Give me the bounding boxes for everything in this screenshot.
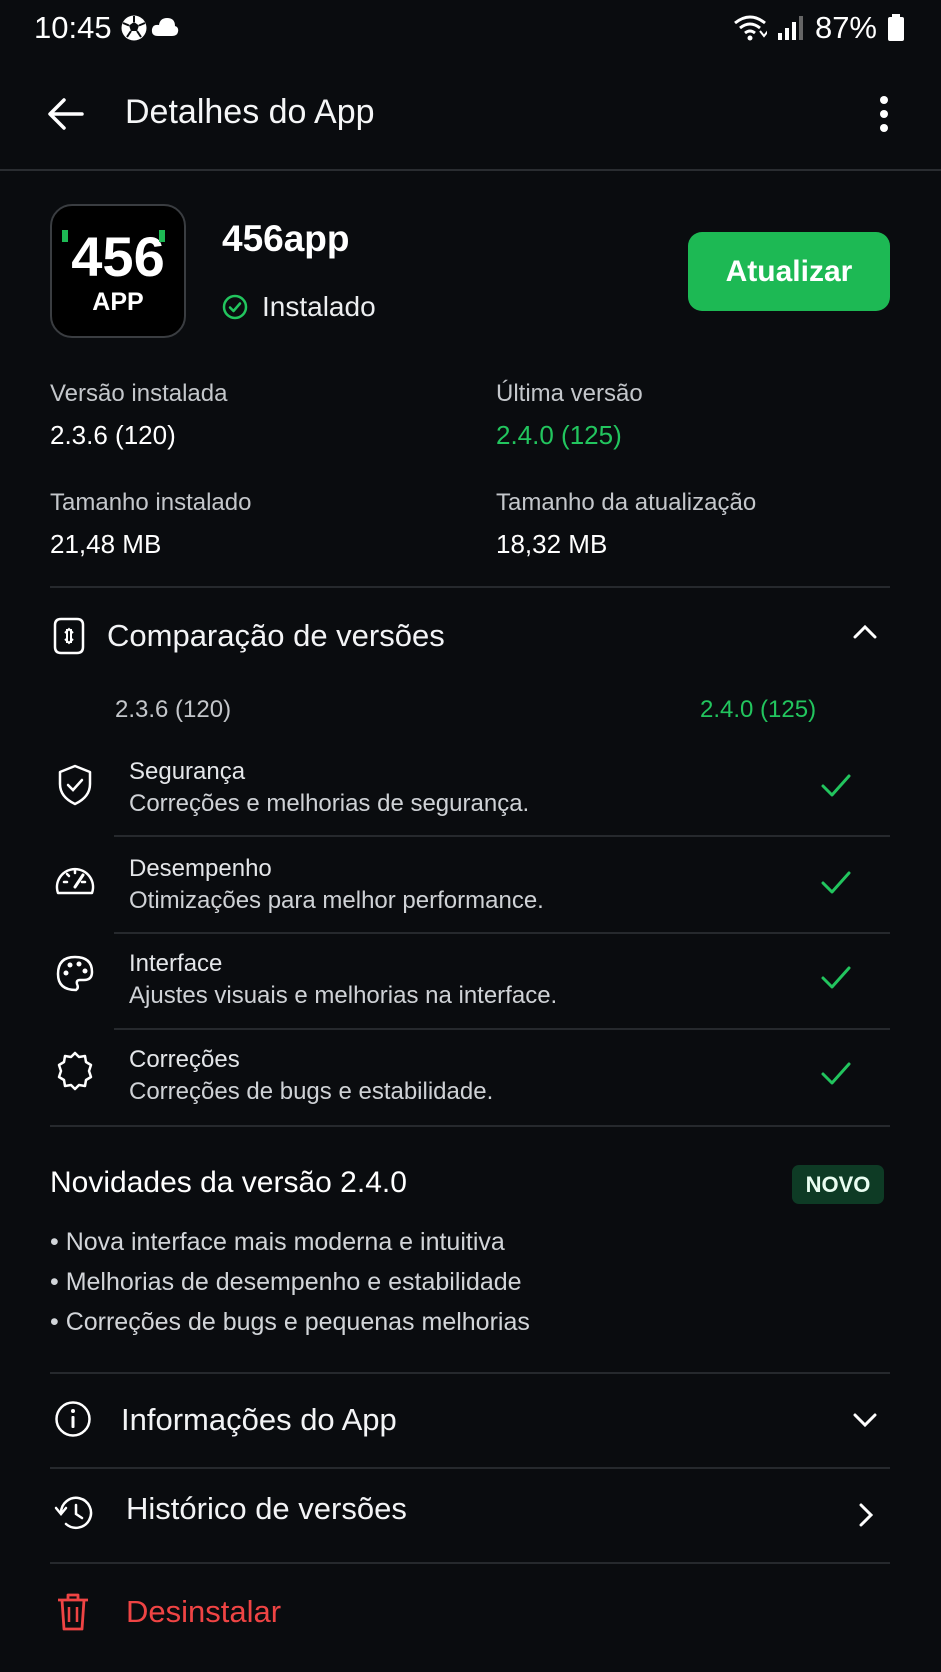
app-icon-text-bottom: APP <box>92 288 143 316</box>
palette-icon <box>56 955 94 992</box>
comparison-row-performance: Desempenho Otimizações para melhor perfo… <box>50 837 890 933</box>
more-vert-icon <box>880 96 888 132</box>
comparison-title: Comparação de versões <box>107 618 445 653</box>
more-options-button[interactable] <box>874 95 894 135</box>
latest-version-value: 2.4.0 (125) <box>496 420 622 450</box>
trash-icon <box>58 1593 88 1631</box>
feature-title: Correções <box>129 1046 240 1073</box>
back-button[interactable] <box>46 94 86 134</box>
chevron-down-icon <box>853 1413 877 1428</box>
info-icon <box>55 1401 91 1437</box>
uninstall-label: Desinstalar <box>126 1594 282 1629</box>
feature-title: Interface <box>129 950 223 977</box>
app-icon: 456 APP <box>50 204 186 338</box>
app-info-label: Informações do App <box>121 1402 397 1437</box>
installed-size-label: Tamanho instalado <box>50 489 252 516</box>
latest-version-label: Última versão <box>496 380 643 407</box>
gear-icon <box>57 1051 93 1091</box>
app-info-row[interactable]: Informações do App <box>50 1374 890 1467</box>
check-icon <box>821 774 851 797</box>
app-name: 456app <box>222 218 350 259</box>
app-icon-text-top: 456 <box>71 225 164 288</box>
feature-title: Segurança <box>129 758 246 785</box>
release-notes-title: Novidades da versão 2.4.0 <box>50 1166 407 1199</box>
list-item: • Melhorias de desempenho e estabilidade <box>50 1268 522 1296</box>
chevron-right-icon <box>859 1503 874 1527</box>
update-button[interactable]: Atualizar <box>688 232 890 311</box>
comparison-row-security: Segurança Correções e melhorias de segur… <box>50 740 890 836</box>
install-status-label: Instalado <box>262 291 376 322</box>
comparison-row-fixes: Correções Correções de bugs e estabilida… <box>50 1028 890 1124</box>
update-size-value: 18,32 MB <box>496 529 608 559</box>
comparison-old-version: 2.3.6 (120) <box>115 696 232 723</box>
signal-icon <box>777 15 805 41</box>
release-notes-list: • Nova interface mais moderna e intuitiv… <box>50 1222 530 1342</box>
history-icon <box>54 1496 93 1529</box>
comparison-header[interactable]: Comparação de versões <box>50 610 890 662</box>
new-badge: NOVO <box>792 1165 884 1204</box>
install-status: Instalado <box>222 291 376 323</box>
speedometer-icon <box>55 867 95 895</box>
divider <box>50 1125 890 1127</box>
installed-size-value: 21,48 MB <box>50 529 162 559</box>
arrow-left-icon <box>48 98 84 130</box>
version-history-row[interactable]: Histórico de versões <box>50 1469 890 1562</box>
comparison-row-interface: Interface Ajustes visuais e melhorias na… <box>50 932 890 1028</box>
feature-desc: Otimizações para melhor performance. <box>129 887 544 914</box>
check-icon <box>821 966 851 989</box>
installed-version-value: 2.3.6 (120) <box>50 420 176 450</box>
feature-desc: Ajustes visuais e melhorias na interface… <box>129 982 558 1009</box>
list-item: • Correções de bugs e pequenas melhorias <box>50 1308 530 1336</box>
update-size-label: Tamanho da atualização <box>496 489 757 516</box>
battery-icon <box>887 14 905 42</box>
feature-title: Desempenho <box>129 855 272 882</box>
check-circle-icon <box>222 294 248 320</box>
status-right: 87% <box>733 10 905 46</box>
divider <box>50 586 890 588</box>
status-time: 10:45 <box>34 10 112 45</box>
page-title: Detalhes do App <box>125 93 375 131</box>
chevron-up-icon <box>853 624 877 639</box>
feature-desc: Correções e melhorias de segurança. <box>129 790 530 817</box>
divider <box>50 1562 890 1564</box>
feature-desc: Correções de bugs e estabilidade. <box>129 1078 494 1105</box>
shield-icon <box>58 764 92 806</box>
comparison-new-version: 2.4.0 (125) <box>700 696 817 723</box>
check-icon <box>821 871 851 894</box>
check-icon <box>821 1062 851 1085</box>
battery-percent: 87% <box>814 10 877 45</box>
appbar-divider <box>0 169 941 171</box>
installed-version-label: Versão instalada <box>50 380 228 407</box>
wifi-icon <box>733 14 767 42</box>
uninstall-row[interactable]: Desinstalar <box>50 1566 890 1662</box>
version-history-label: Histórico de versões <box>126 1491 407 1526</box>
list-item: • Nova interface mais moderna e intuitiv… <box>50 1228 505 1256</box>
compare-icon <box>53 617 85 655</box>
soccer-ball-icon <box>120 14 148 42</box>
cloud-icon <box>150 16 180 38</box>
